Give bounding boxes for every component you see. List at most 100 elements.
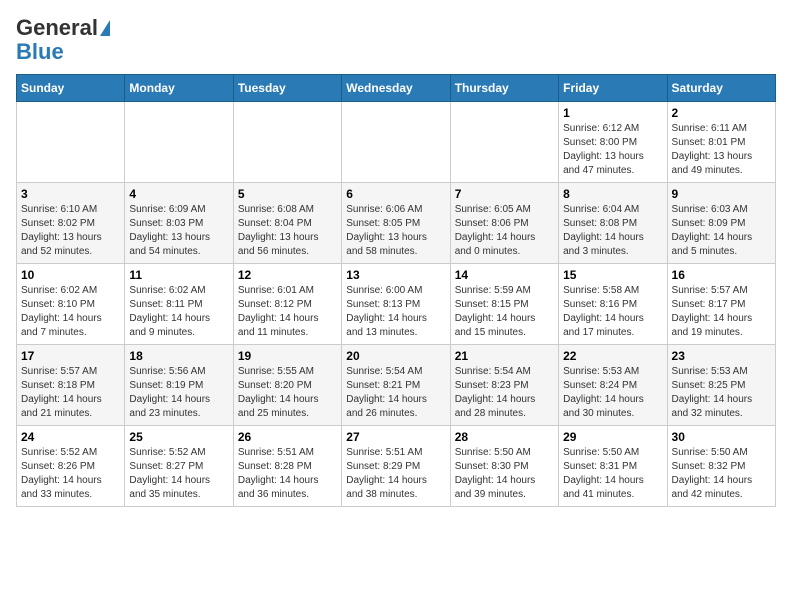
- calendar-cell: 21 Sunrise: 5:54 AMSunset: 8:23 PMDayligh…: [450, 345, 558, 426]
- calendar-cell: 25Sunrise: 5:52 AMSunset: 8:27 PMDayligh…: [125, 426, 233, 507]
- day-info: Sunrise: 5:53 AMSunset: 8:25 PMDaylight:…: [672, 365, 771, 421]
- calendar-body: 1 Sunrise: 6:12 AMSunset: 8:00 PMDaylight…: [17, 102, 776, 507]
- day-info: Sunrise: 5:58 AMSunset: 8:16 PMDaylight:…: [563, 284, 662, 340]
- calendar-week-row: 3Sunrise: 6:10 AMSunset: 8:02 PMDaylight…: [17, 183, 776, 264]
- day-number: 25: [129, 430, 228, 444]
- calendar-cell: 7 Sunrise: 6:05 AMSunset: 8:06 PMDaylight…: [450, 183, 558, 264]
- day-info: Sunrise: 5:51 AMSunset: 8:29 PMDaylight:…: [346, 446, 445, 502]
- day-info: Sunrise: 5:57 AMSunset: 8:18 PMDaylight:…: [21, 365, 120, 421]
- day-info: Sunrise: 5:53 AMSunset: 8:24 PMDaylight:…: [563, 365, 662, 421]
- day-info: Sunrise: 6:10 AMSunset: 8:02 PMDaylight:…: [21, 203, 120, 259]
- calendar-cell: 4Sunrise: 6:09 AMSunset: 8:03 PMDaylight…: [125, 183, 233, 264]
- weekday-header-sunday: Sunday: [17, 75, 125, 102]
- day-info: Sunrise: 5:56 AMSunset: 8:19 PMDaylight:…: [129, 365, 228, 421]
- day-info: Sunrise: 5:59 AMSunset: 8:15 PMDaylight:…: [455, 284, 554, 340]
- calendar-week-row: 10 Sunrise: 6:02 AMSunset: 8:10 PMDayligh…: [17, 264, 776, 345]
- calendar-cell: 1 Sunrise: 6:12 AMSunset: 8:00 PMDaylight…: [559, 102, 667, 183]
- calendar-cell: [125, 102, 233, 183]
- day-number: 26: [238, 430, 337, 444]
- weekday-header-friday: Friday: [559, 75, 667, 102]
- calendar-cell: 5 Sunrise: 6:08 AMSunset: 8:04 PMDaylight…: [233, 183, 341, 264]
- calendar-cell: 9 Sunrise: 6:03 AMSunset: 8:09 PMDaylight…: [667, 183, 775, 264]
- calendar-cell: 26Sunrise: 5:51 AMSunset: 8:28 PMDayligh…: [233, 426, 341, 507]
- calendar-cell: 11 Sunrise: 6:02 AMSunset: 8:11 PMDayligh…: [125, 264, 233, 345]
- day-number: 7: [455, 187, 554, 201]
- day-info: Sunrise: 5:50 AMSunset: 8:30 PMDaylight:…: [455, 446, 554, 502]
- calendar-table: SundayMondayTuesdayWednesdayThursdayFrid…: [16, 74, 776, 507]
- day-info: Sunrise: 6:02 AMSunset: 8:10 PMDaylight:…: [21, 284, 120, 340]
- calendar-cell: [17, 102, 125, 183]
- calendar-cell: 15 Sunrise: 5:58 AMSunset: 8:16 PMDayligh…: [559, 264, 667, 345]
- calendar-cell: 17 Sunrise: 5:57 AMSunset: 8:18 PMDayligh…: [17, 345, 125, 426]
- day-number: 29: [563, 430, 662, 444]
- weekday-header-saturday: Saturday: [667, 75, 775, 102]
- calendar-cell: [233, 102, 341, 183]
- day-number: 28: [455, 430, 554, 444]
- day-info: Sunrise: 6:12 AMSunset: 8:00 PMDaylight:…: [563, 122, 662, 178]
- day-info: Sunrise: 6:03 AMSunset: 8:09 PMDaylight:…: [672, 203, 771, 259]
- calendar-cell: 8 Sunrise: 6:04 AMSunset: 8:08 PMDaylight…: [559, 183, 667, 264]
- calendar-cell: 24Sunrise: 5:52 AMSunset: 8:26 PMDayligh…: [17, 426, 125, 507]
- day-number: 19: [238, 349, 337, 363]
- day-number: 21: [455, 349, 554, 363]
- day-number: 4: [129, 187, 228, 201]
- day-info: Sunrise: 6:05 AMSunset: 8:06 PMDaylight:…: [455, 203, 554, 259]
- day-info: Sunrise: 5:57 AMSunset: 8:17 PMDaylight:…: [672, 284, 771, 340]
- weekday-header-thursday: Thursday: [450, 75, 558, 102]
- calendar-cell: 27 Sunrise: 5:51 AMSunset: 8:29 PMDayligh…: [342, 426, 450, 507]
- calendar-header-row: SundayMondayTuesdayWednesdayThursdayFrid…: [17, 75, 776, 102]
- day-number: 11: [129, 268, 228, 282]
- calendar-week-row: 24Sunrise: 5:52 AMSunset: 8:26 PMDayligh…: [17, 426, 776, 507]
- calendar-cell: 22 Sunrise: 5:53 AMSunset: 8:24 PMDayligh…: [559, 345, 667, 426]
- calendar-cell: 2 Sunrise: 6:11 AMSunset: 8:01 PMDaylight…: [667, 102, 775, 183]
- day-number: 1: [563, 106, 662, 120]
- day-number: 14: [455, 268, 554, 282]
- day-info: Sunrise: 6:02 AMSunset: 8:11 PMDaylight:…: [129, 284, 228, 340]
- calendar-cell: 18 Sunrise: 5:56 AMSunset: 8:19 PMDayligh…: [125, 345, 233, 426]
- weekday-header-wednesday: Wednesday: [342, 75, 450, 102]
- day-number: 9: [672, 187, 771, 201]
- day-number: 2: [672, 106, 771, 120]
- day-info: Sunrise: 6:11 AMSunset: 8:01 PMDaylight:…: [672, 122, 771, 178]
- calendar-cell: 28 Sunrise: 5:50 AMSunset: 8:30 PMDayligh…: [450, 426, 558, 507]
- day-info: Sunrise: 5:52 AMSunset: 8:26 PMDaylight:…: [21, 446, 120, 502]
- day-number: 5: [238, 187, 337, 201]
- day-number: 18: [129, 349, 228, 363]
- calendar-cell: 14 Sunrise: 5:59 AMSunset: 8:15 PMDayligh…: [450, 264, 558, 345]
- weekday-header-monday: Monday: [125, 75, 233, 102]
- day-info: Sunrise: 6:01 AMSunset: 8:12 PMDaylight:…: [238, 284, 337, 340]
- calendar-cell: 3Sunrise: 6:10 AMSunset: 8:02 PMDaylight…: [17, 183, 125, 264]
- logo: General Blue: [16, 16, 110, 64]
- day-number: 8: [563, 187, 662, 201]
- day-number: 22: [563, 349, 662, 363]
- calendar-cell: 16Sunrise: 5:57 AMSunset: 8:17 PMDayligh…: [667, 264, 775, 345]
- day-number: 13: [346, 268, 445, 282]
- day-number: 6: [346, 187, 445, 201]
- day-info: Sunrise: 5:55 AMSunset: 8:20 PMDaylight:…: [238, 365, 337, 421]
- day-info: Sunrise: 5:54 AMSunset: 8:23 PMDaylight:…: [455, 365, 554, 421]
- day-number: 12: [238, 268, 337, 282]
- calendar-cell: [450, 102, 558, 183]
- day-number: 10: [21, 268, 120, 282]
- page-header: General Blue: [16, 16, 776, 64]
- logo-triangle-icon: [100, 20, 110, 36]
- calendar-cell: 23 Sunrise: 5:53 AMSunset: 8:25 PMDayligh…: [667, 345, 775, 426]
- day-info: Sunrise: 6:06 AMSunset: 8:05 PMDaylight:…: [346, 203, 445, 259]
- day-number: 23: [672, 349, 771, 363]
- weekday-header-tuesday: Tuesday: [233, 75, 341, 102]
- logo-text-blue: Blue: [16, 40, 64, 64]
- day-number: 17: [21, 349, 120, 363]
- day-number: 15: [563, 268, 662, 282]
- day-info: Sunrise: 6:00 AMSunset: 8:13 PMDaylight:…: [346, 284, 445, 340]
- day-info: Sunrise: 6:04 AMSunset: 8:08 PMDaylight:…: [563, 203, 662, 259]
- day-info: Sunrise: 5:50 AMSunset: 8:32 PMDaylight:…: [672, 446, 771, 502]
- day-number: 27: [346, 430, 445, 444]
- calendar-cell: 12 Sunrise: 6:01 AMSunset: 8:12 PMDayligh…: [233, 264, 341, 345]
- logo-text-general: General: [16, 16, 98, 40]
- day-info: Sunrise: 6:08 AMSunset: 8:04 PMDaylight:…: [238, 203, 337, 259]
- calendar-cell: 29Sunrise: 5:50 AMSunset: 8:31 PMDayligh…: [559, 426, 667, 507]
- calendar-cell: 30Sunrise: 5:50 AMSunset: 8:32 PMDayligh…: [667, 426, 775, 507]
- calendar-cell: 20Sunrise: 5:54 AMSunset: 8:21 PMDayligh…: [342, 345, 450, 426]
- calendar-week-row: 1 Sunrise: 6:12 AMSunset: 8:00 PMDaylight…: [17, 102, 776, 183]
- day-number: 20: [346, 349, 445, 363]
